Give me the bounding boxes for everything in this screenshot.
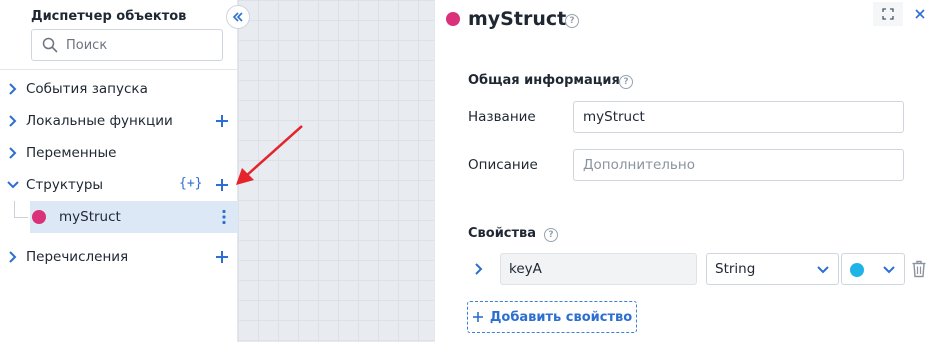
- tree-item-label: Структуры: [26, 177, 104, 193]
- chevron-down-icon[interactable]: [6, 178, 20, 192]
- sidebar-divider: [0, 69, 238, 70]
- chevron-right-icon[interactable]: [6, 82, 20, 96]
- search-icon: [42, 37, 58, 53]
- name-label: Название: [468, 109, 536, 125]
- plus-icon: [472, 312, 483, 322]
- app-root: Диспетчер объектов События запуска Локал…: [0, 0, 935, 342]
- trash-icon[interactable]: [911, 260, 927, 278]
- tree-item-label: События запуска: [26, 81, 148, 97]
- chevron-right-icon[interactable]: [472, 262, 486, 276]
- tree-item-variables[interactable]: Переменные: [0, 137, 238, 169]
- description-label: Описание: [468, 157, 538, 173]
- struct-color-dot: [32, 210, 46, 224]
- tree-item-enumerations[interactable]: Перечисления: [0, 241, 238, 273]
- help-icon[interactable]: ?: [565, 14, 579, 28]
- fullscreen-icon: [882, 8, 894, 20]
- property-name-field[interactable]: [500, 253, 697, 285]
- chevron-right-icon[interactable]: [6, 250, 20, 264]
- close-icon: [915, 9, 925, 19]
- tree-item-structures[interactable]: Структуры {+}: [0, 169, 238, 201]
- properties-heading: Свойства: [468, 226, 537, 241]
- collapse-sidebar-button[interactable]: [226, 5, 250, 29]
- object-manager-sidebar: Диспетчер объектов События запуска Локал…: [0, 0, 238, 342]
- help-icon[interactable]: ?: [619, 75, 633, 89]
- struct-properties-panel: myStruct ? Общая информация ? Название О…: [434, 0, 935, 342]
- property-color-select[interactable]: [841, 253, 905, 285]
- workspace-canvas[interactable]: [238, 0, 434, 342]
- tree-connector-line: [14, 201, 28, 218]
- description-field[interactable]: [573, 149, 904, 181]
- close-panel-button[interactable]: [905, 2, 935, 26]
- tree-item-startup-events[interactable]: События запуска: [0, 73, 238, 105]
- tree-item-local-functions[interactable]: Локальные функции: [0, 105, 238, 137]
- name-input[interactable]: [574, 102, 903, 132]
- tree-item-label: Перечисления: [26, 249, 129, 265]
- double-chevron-left-icon: [232, 12, 243, 22]
- panel-title: myStruct: [468, 8, 567, 30]
- chevron-down-icon: [883, 266, 895, 274]
- property-name-input[interactable]: [501, 254, 696, 284]
- add-structure-icon[interactable]: [214, 177, 230, 193]
- expand-panel-button[interactable]: [873, 2, 903, 26]
- property-type-select[interactable]: String: [706, 253, 839, 285]
- property-type-value: String: [715, 261, 756, 277]
- tree-item-mystruct[interactable]: myStruct: [30, 201, 238, 233]
- tree-item-label: Локальные функции: [26, 113, 173, 129]
- description-input[interactable]: [574, 150, 903, 180]
- tree-item-label: Переменные: [26, 145, 117, 161]
- struct-color-dot: [446, 12, 460, 26]
- name-field[interactable]: [573, 101, 904, 133]
- chevron-down-icon: [817, 266, 829, 274]
- chevron-right-icon[interactable]: [6, 114, 20, 128]
- add-property-button[interactable]: Добавить свойство: [467, 301, 637, 333]
- chevron-right-icon[interactable]: [6, 146, 20, 160]
- general-info-heading: Общая информация: [468, 73, 620, 88]
- add-property-label: Добавить свойство: [489, 309, 633, 325]
- search-box[interactable]: [31, 29, 223, 61]
- add-local-function-icon[interactable]: [214, 113, 230, 129]
- add-structure-from-json-icon[interactable]: {+}: [179, 176, 202, 191]
- add-enumeration-icon[interactable]: [214, 249, 230, 265]
- tree-item-label: myStruct: [59, 209, 121, 225]
- search-input[interactable]: [66, 30, 216, 60]
- sidebar-title: Диспетчер объектов: [31, 9, 187, 24]
- help-icon[interactable]: ?: [544, 228, 558, 242]
- property-color-swatch: [850, 263, 864, 277]
- kebab-menu-icon[interactable]: [221, 209, 227, 225]
